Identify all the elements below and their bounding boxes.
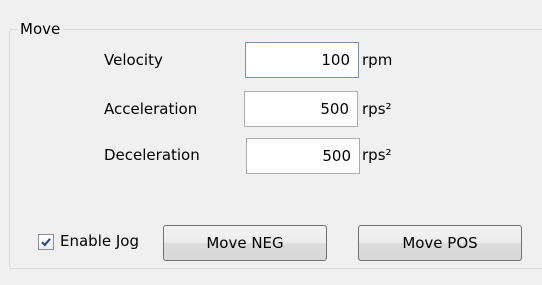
enable-jog-checkbox[interactable] <box>38 234 54 250</box>
move-group-title: Move <box>17 20 64 38</box>
move-neg-button[interactable]: Move NEG <box>163 225 327 261</box>
deceleration-label: Deceleration <box>104 146 200 164</box>
enable-jog-label[interactable]: Enable Jog <box>60 232 139 250</box>
acceleration-label: Acceleration <box>104 100 198 118</box>
acceleration-input[interactable] <box>244 91 358 127</box>
velocity-input[interactable] <box>245 42 359 78</box>
acceleration-unit: rps² <box>362 100 392 118</box>
move-pos-button[interactable]: Move POS <box>358 225 522 261</box>
velocity-label: Velocity <box>104 51 163 69</box>
deceleration-input[interactable] <box>246 138 360 174</box>
deceleration-unit: rps² <box>362 146 392 164</box>
checkmark-icon <box>41 238 51 247</box>
velocity-unit: rpm <box>362 51 393 69</box>
